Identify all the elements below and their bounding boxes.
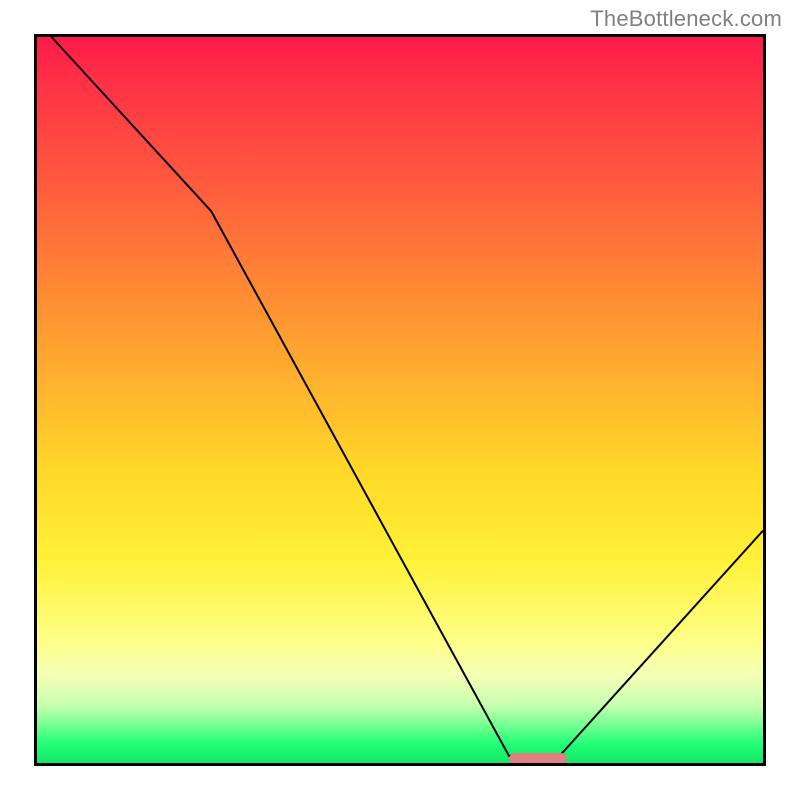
- watermark-text: TheBottleneck.com: [590, 6, 782, 32]
- plot-frame: [34, 34, 766, 766]
- bottleneck-curve: [37, 37, 763, 763]
- curve-path: [52, 37, 763, 756]
- optimal-range-marker: [509, 753, 567, 765]
- chart-container: TheBottleneck.com: [0, 0, 800, 800]
